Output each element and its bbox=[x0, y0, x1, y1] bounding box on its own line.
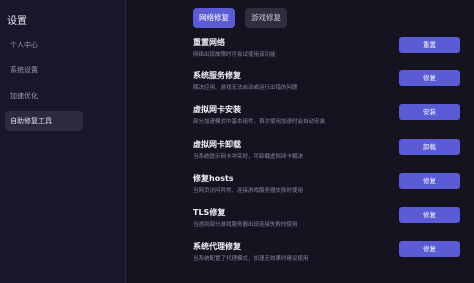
repair-desc: 当网页访问异常、连接游戏服务器失败时使用 bbox=[193, 188, 304, 194]
tab-game-repair[interactable]: 游戏修复 bbox=[245, 8, 287, 28]
virtual-nic-uninstall-button[interactable]: 卸载 bbox=[399, 139, 460, 155]
settings-title: 设置 bbox=[7, 16, 27, 27]
sidebar-item-system-settings[interactable]: 系统设置 bbox=[5, 60, 83, 80]
repair-desc: 当遇到部分游戏服务器出现连接失败时使用 bbox=[193, 222, 298, 228]
repair-row-virtual-nic-uninstall: 虚拟网卡卸载 当系统提示网卡冲突时，可卸载虚拟网卡解决 卸载 bbox=[193, 139, 465, 169]
repair-desc: 当系统配置了代理模式，加速无效果时建议使用 bbox=[193, 256, 309, 262]
sidebar-item-repair-tools[interactable]: 自助修复工具 bbox=[5, 111, 83, 131]
tls-repair-button[interactable]: 修复 bbox=[399, 207, 460, 223]
sidebar-item-acceleration[interactable]: 加速优化 bbox=[5, 86, 83, 106]
system-service-repair-button[interactable]: 修复 bbox=[399, 70, 460, 86]
repair-title: 虚拟网卡安装 bbox=[193, 105, 241, 114]
reset-network-button[interactable]: 重置 bbox=[399, 37, 460, 53]
repair-row-hosts: 修复hosts 当网页访问异常、连接游戏服务器失败时使用 修复 bbox=[193, 173, 465, 203]
repair-title: 虚拟网卡卸载 bbox=[193, 140, 241, 149]
repair-row-system-service: 系统服务修复 解决应用、游戏无法启动或运行出错的问题 修复 bbox=[193, 70, 465, 100]
repair-row-tls: TLS修复 当遇到部分游戏服务器出现连接失败时使用 修复 bbox=[193, 207, 465, 237]
system-proxy-repair-button[interactable]: 修复 bbox=[399, 241, 460, 257]
repair-row-system-proxy: 系统代理修复 当系统配置了代理模式，加速无效果时建议使用 修复 bbox=[193, 241, 465, 271]
sidebar: 设置 个人中心 系统设置 加速优化 自助修复工具 bbox=[0, 0, 126, 283]
repair-title: TLS修复 bbox=[193, 208, 226, 217]
repair-title: 系统服务修复 bbox=[193, 71, 241, 80]
repair-title: 修复hosts bbox=[193, 174, 234, 183]
hosts-repair-button[interactable]: 修复 bbox=[399, 173, 460, 189]
repair-desc: 网络出现故障时可尝试使用该功能 bbox=[193, 52, 276, 58]
tab-network-repair[interactable]: 网络修复 bbox=[193, 8, 235, 28]
repair-desc: 解决应用、游戏无法启动或运行出错的问题 bbox=[193, 85, 298, 91]
sidebar-item-personal-center[interactable]: 个人中心 bbox=[5, 35, 83, 55]
repair-desc: 当系统提示网卡冲突时，可卸载虚拟网卡解决 bbox=[193, 154, 304, 160]
repair-title: 系统代理修复 bbox=[193, 242, 241, 251]
repair-title: 重置网络 bbox=[193, 38, 225, 47]
repair-desc: 部分加速模式中基本组件，首次使用加速时会自动安装 bbox=[193, 119, 326, 125]
repair-row-reset-network: 重置网络 网络出现故障时可尝试使用该功能 重置 bbox=[193, 37, 465, 67]
repair-row-virtual-nic-install: 虚拟网卡安装 部分加速模式中基本组件，首次使用加速时会自动安装 安装 bbox=[193, 104, 465, 134]
virtual-nic-install-button[interactable]: 安装 bbox=[399, 104, 460, 120]
